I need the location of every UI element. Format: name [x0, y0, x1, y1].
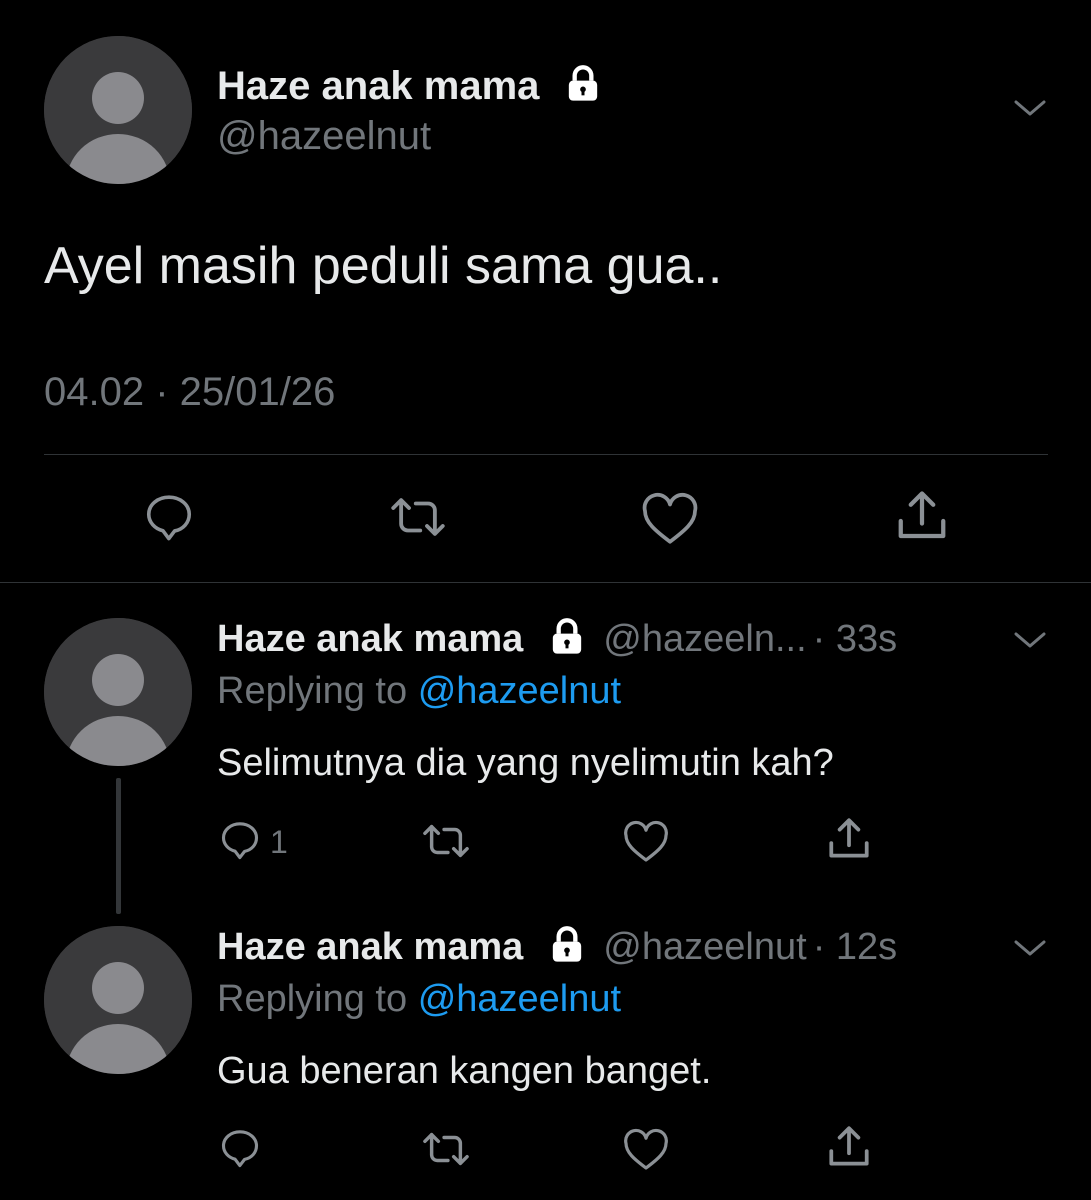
replying-to-handle[interactable]: @hazeelnut — [418, 670, 621, 712]
like-button[interactable] — [640, 490, 700, 551]
replying-to: Replying to @hazeelnut — [217, 978, 621, 1021]
share-button[interactable] — [824, 814, 874, 869]
retweet-icon — [418, 1126, 474, 1177]
lock-icon — [547, 617, 587, 662]
relative-time[interactable]: · 33s — [813, 618, 897, 661]
reply-button[interactable]: 1 — [218, 818, 288, 867]
default-avatar-icon — [44, 36, 192, 184]
retweet-button[interactable] — [386, 490, 450, 549]
section-divider — [0, 582, 1091, 583]
chevron-down-icon[interactable] — [1012, 936, 1048, 965]
heart-icon — [622, 818, 670, 869]
tweet-text: Gua beneran kangen banget. — [217, 1050, 712, 1092]
retweet-button[interactable] — [418, 818, 474, 869]
chevron-down-icon[interactable] — [1012, 628, 1048, 657]
reply-count: 1 — [270, 824, 288, 860]
reply-button[interactable] — [142, 490, 196, 549]
share-button[interactable] — [892, 486, 952, 551]
heart-icon — [622, 1126, 670, 1177]
default-avatar-icon — [44, 926, 192, 1074]
tweet-timestamp[interactable]: 04.02 · 25/01/26 — [44, 370, 335, 415]
tweet-text: Selimutnya dia yang nyelimutin kah? — [217, 742, 834, 784]
divider — [44, 454, 1048, 455]
retweet-icon — [386, 490, 450, 549]
reply-button[interactable] — [218, 1126, 270, 1175]
handle[interactable]: @hazeelnut — [603, 926, 806, 969]
tweet-text: Ayel masih peduli sama gua.. — [44, 237, 723, 295]
display-name[interactable]: Haze anak mama — [217, 64, 539, 109]
thread-line — [116, 778, 121, 914]
replying-to-handle[interactable]: @hazeelnut — [418, 978, 621, 1020]
chevron-down-icon[interactable] — [1012, 96, 1048, 125]
reply-icon — [142, 490, 196, 549]
reply-icon — [218, 818, 262, 867]
share-button[interactable] — [824, 1122, 874, 1177]
lock-icon — [563, 64, 603, 109]
default-avatar-icon — [44, 618, 192, 766]
handle[interactable]: @hazeeln... — [603, 618, 806, 661]
relative-time[interactable]: · 12s — [813, 926, 897, 969]
share-icon — [892, 486, 952, 551]
replying-to-label: Replying to — [217, 670, 408, 712]
author-row: Haze anak mama — [217, 62, 603, 110]
retweet-icon — [418, 818, 474, 869]
replying-to-label: Replying to — [217, 978, 408, 1020]
author-row: Haze anak mama @hazeelnut · 12s — [217, 922, 897, 972]
avatar[interactable] — [44, 618, 192, 766]
retweet-button[interactable] — [418, 1126, 474, 1177]
display-name[interactable]: Haze anak mama — [217, 618, 523, 661]
like-button[interactable] — [622, 818, 670, 869]
heart-icon — [640, 490, 700, 551]
avatar[interactable] — [44, 36, 192, 184]
reply-icon — [218, 1126, 262, 1175]
lock-icon — [547, 925, 587, 970]
share-icon — [824, 814, 874, 869]
like-button[interactable] — [622, 1126, 670, 1177]
display-name[interactable]: Haze anak mama — [217, 926, 523, 969]
replying-to: Replying to @hazeelnut — [217, 670, 621, 713]
author-row: Haze anak mama @hazeeln... · 33s — [217, 614, 897, 664]
handle[interactable]: @hazeelnut — [217, 114, 431, 159]
share-icon — [824, 1122, 874, 1177]
avatar[interactable] — [44, 926, 192, 1074]
